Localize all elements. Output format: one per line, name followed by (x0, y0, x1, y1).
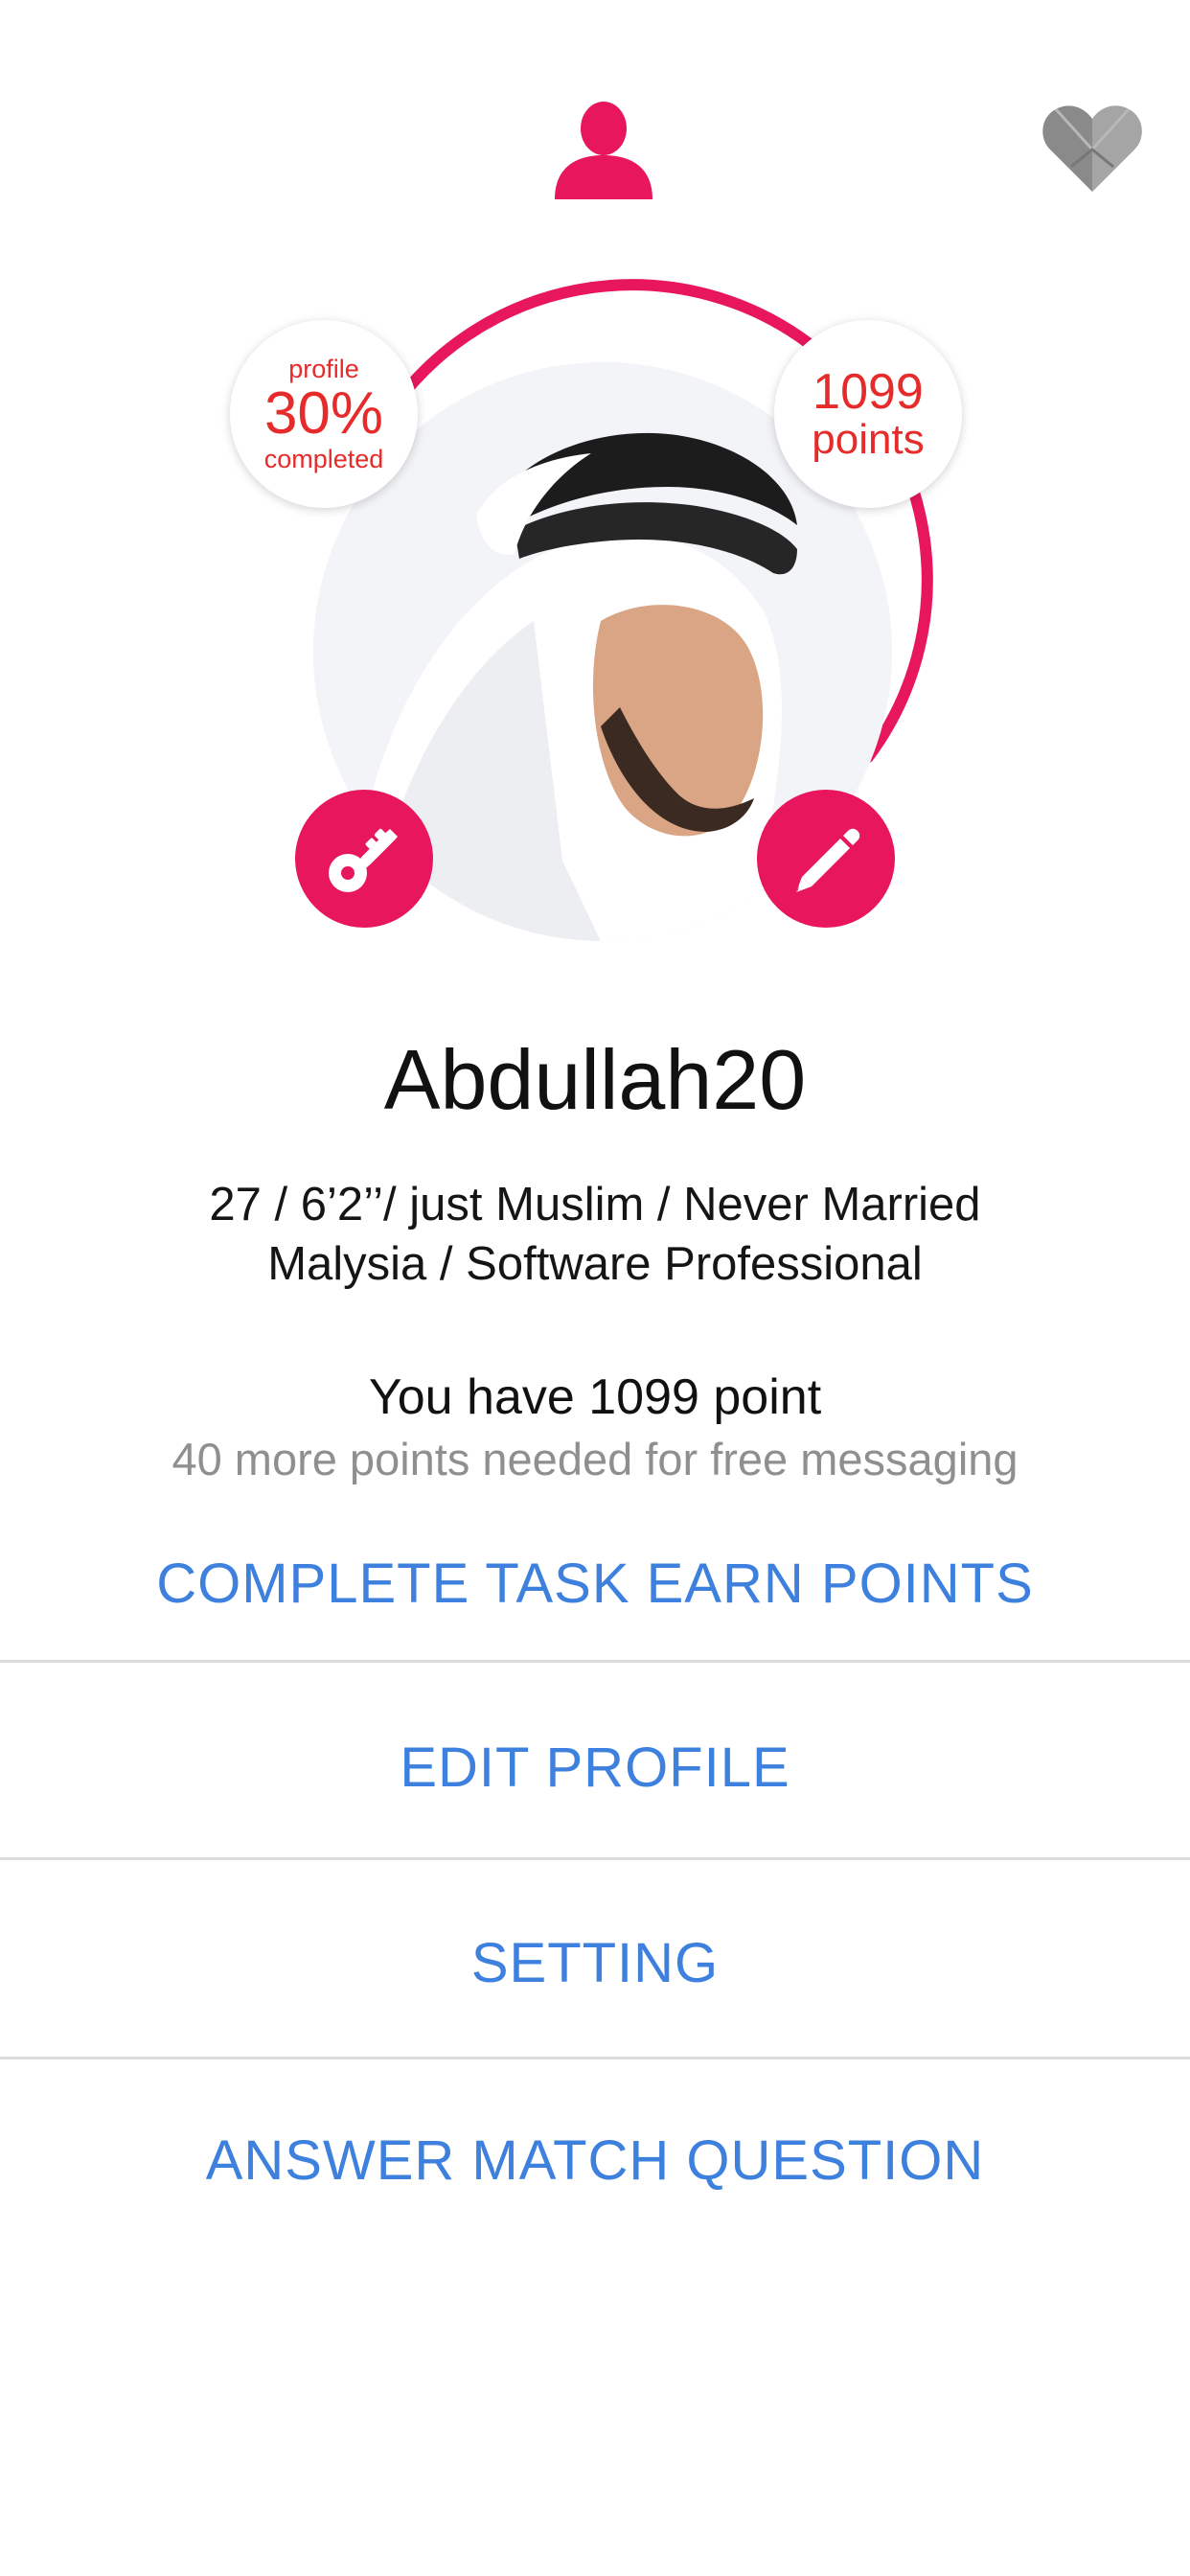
points-badge-value: 1099 (812, 364, 924, 420)
profile-card: profile 30% completed 1099 points (0, 0, 1190, 958)
change-password-button[interactable] (295, 790, 433, 928)
key-icon (329, 828, 398, 892)
username: Abdullah20 (383, 1032, 807, 1127)
divider (0, 1660, 1190, 1663)
divider (0, 1857, 1190, 1860)
profile-completion-badge: profile 30% completed (230, 320, 418, 508)
points-badge-unit: points (812, 416, 925, 463)
edit-profile-button[interactable]: EDIT PROFILE (0, 1735, 1190, 1802)
edit-photo-button[interactable] (757, 790, 895, 928)
points-badge: 1099 points (774, 320, 962, 508)
points-summary: You have 1099 point (368, 1369, 822, 1425)
points-note: 40 more points needed for free messaging (172, 1434, 1018, 1484)
details-line-1: 27 / 6’2’’/ just Muslim / Never Married (209, 1179, 981, 1230)
completion-percent: 30% (263, 380, 384, 447)
complete-task-button[interactable]: COMPLETE TASK EARN POINTS (0, 1551, 1190, 1618)
details-line-2: Malysia / Software Professional (267, 1238, 923, 1290)
user-details: 27 / 6’2’’/ just Muslim / Never Married … (0, 1175, 1190, 1294)
profile-screen: profile 30% completed 1099 points Abdull… (0, 0, 1190, 2576)
completion-bottom-label: completed (263, 445, 384, 473)
answer-match-question-button[interactable]: ANSWER MATCH QUESTION (0, 2128, 1190, 2195)
pencil-icon (796, 828, 860, 892)
divider (0, 2057, 1190, 2059)
setting-button[interactable]: SETTING (0, 1930, 1190, 1997)
